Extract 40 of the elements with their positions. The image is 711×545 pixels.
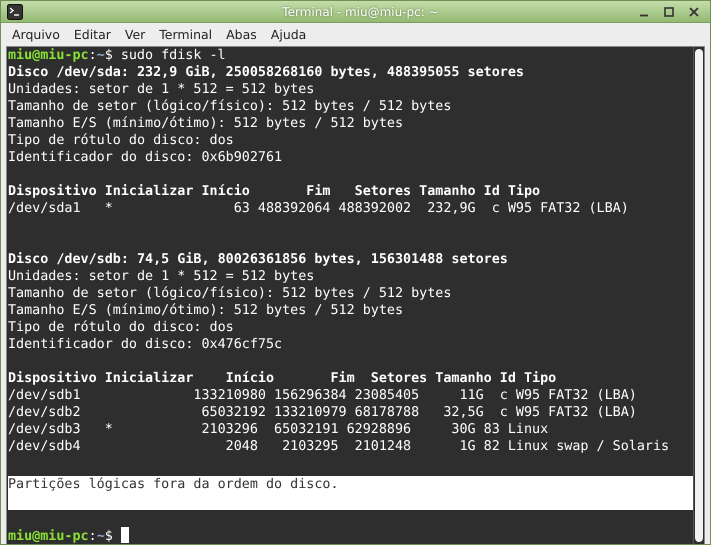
menu-item[interactable]: Arquivo — [5, 27, 67, 42]
output-line: Dispositivo Inicializar Início Fim Setores Tamanho Id Tipo — [8, 371, 556, 386]
output-line: Identificador do disco: 0x476cf75c — [8, 337, 282, 352]
output-line: /dev/sdb3 * 2103296 65032191 62928896 30G 83 Linux — [8, 422, 548, 437]
output-line: Dispositivo Inicializar Início Fim Setores Tamanho Id Tipo — [8, 184, 540, 199]
prompt-symbol: $ — [104, 48, 113, 63]
prompt-separator: : — [88, 529, 97, 544]
output-line: Disco /dev/sdb: 74,5 GiB, 80026361856 bytes, 156301488 setores — [8, 252, 508, 267]
menu-item[interactable]: Terminal — [152, 27, 220, 42]
output-line: /dev/sdb4 2048 2103295 2101248 1G 82 Linux swap / Solaris — [8, 439, 670, 454]
output-line: Tamanho de setor (lógico/físico): 512 bytes / 512 bytes — [8, 99, 452, 114]
prompt-separator: : — [88, 48, 97, 63]
menu-item[interactable]: Abas — [219, 27, 264, 42]
close-icon[interactable] — [688, 6, 700, 18]
terminal-icon — [7, 4, 23, 20]
menu-item[interactable]: Ajuda — [264, 27, 314, 42]
message-text: Partições lógicas fora da ordem do disco. — [8, 476, 339, 493]
output-line: /dev/sda1 * 63 488392064 488392002 232,9G c W95 FAT32 (LBA) — [8, 201, 629, 216]
output-line: Unidades: setor de 1 * 512 = 512 bytes — [8, 82, 314, 97]
output-line: Tamanho E/S (mínimo/ótimo): 512 bytes / 512 bytes — [8, 116, 404, 131]
output-line: Tipo de rótulo do disco: dos — [8, 320, 234, 335]
output-line: /dev/sdb1 133210980 156296384 23085405 11G c W95 FAT32 (LBA) — [8, 388, 637, 403]
prompt-path: ~ — [96, 48, 105, 63]
prompt-symbol: $ — [104, 529, 113, 544]
output-line: Unidades: setor de 1 * 512 = 512 bytes — [8, 269, 314, 284]
scrollbar[interactable] — [693, 47, 704, 544]
prompt-path: ~ — [96, 529, 105, 544]
window-title: Terminal - miu@miu-pc: ~ — [281, 4, 440, 18]
output-line: Identificador do disco: 0x6b902761 — [8, 150, 282, 165]
prompt-user: miu@miu-pc — [8, 48, 89, 63]
output-line: Tipo de rótulo do disco: dos — [8, 133, 234, 148]
output-line: Tamanho E/S (mínimo/ótimo): 512 bytes / 512 bytes — [8, 303, 404, 318]
output-line: Disco /dev/sda: 232,9 GiB, 250058268160 bytes, 488395055 setores — [8, 65, 524, 80]
maximize-icon[interactable] — [663, 6, 675, 18]
menu-item[interactable]: Ver — [118, 27, 152, 42]
output-line: Tamanho de setor (lógico/físico): 512 bytes / 512 bytes — [8, 286, 452, 301]
prompt-user: miu@miu-pc — [8, 529, 89, 544]
output-line: /dev/sdb2 65032192 133210979 68178788 32,5G c W95 FAT32 (LBA) — [8, 405, 637, 420]
menu-item[interactable]: Editar — [66, 27, 118, 42]
command-text: sudo fdisk -l — [120, 48, 226, 63]
